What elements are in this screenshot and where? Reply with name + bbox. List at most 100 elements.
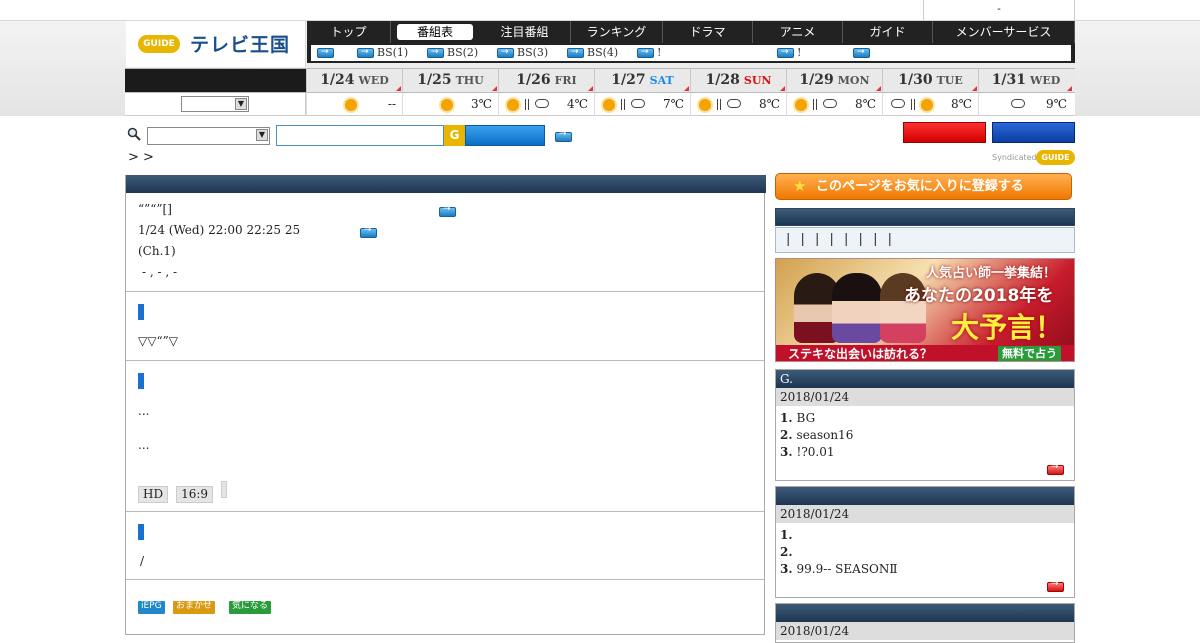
area-select[interactable]: ▼ [181,96,249,112]
ranking-item[interactable]: 2. [776,544,1074,561]
weather-cell-6[interactable]: 8℃ [882,93,978,116]
nav-item-3[interactable]: ランキング [571,21,663,43]
nav-item-1[interactable]: 番組表 [397,24,473,40]
program-datetime: 1/24 (Wed) 22:00 22:25 25 [138,223,301,237]
search-icon [127,127,141,141]
subnav-item-0[interactable] [317,45,337,60]
program-description-section: ... ... HD 16:9 [126,361,764,512]
program-summary-text: ▽▽“”▽ [138,334,178,348]
nav-item-2[interactable]: 注目番組 [479,21,571,43]
date-label: 1/29 [799,72,834,88]
date-tab-1[interactable]: 1/25 THU [402,69,498,92]
nav-item-4[interactable]: ドラマ [663,21,753,43]
day-of-week-label: FRI [554,74,577,87]
top-strip-box[interactable]: - [923,0,1075,21]
date-tab-7[interactable]: 1/31 WED [978,69,1073,92]
subnav-label: BS(2) [447,46,479,59]
program-detail: “”“”[] 1/24 (Wed) 22:00 22:25 25 (Ch.1) … [125,175,766,635]
sun-icon [921,99,933,111]
date-tab-2[interactable]: 1/26 FRI [498,69,594,92]
ad-cta-button[interactable]: 無料で占う [998,346,1061,361]
add-favorite-button[interactable]: ★ このページをお気に入りに登録する [775,173,1072,200]
weather-change-icon [813,99,817,110]
red-header-button[interactable] [903,122,986,143]
subnav-label: BS(4) [587,46,619,59]
subnav-item-2[interactable]: BS(2) [427,45,479,60]
subnav-label: BS(3) [517,46,549,59]
action-badge-0[interactable]: iEPG [138,601,165,614]
weather-cell-5[interactable]: 8℃ [786,93,882,116]
cloud-icon [535,99,549,108]
search-category-select[interactable]: ▼ [147,127,270,145]
program-extra-text: / [140,554,145,568]
ranking-item[interactable]: 1. BG [776,410,1074,427]
rank-number: 2. [780,545,793,559]
nav-item-5[interactable]: アニメ [753,21,843,43]
subnav-item-4[interactable]: BS(4) [567,45,619,60]
temperature: 3℃ [470,97,492,111]
program-title-arrow-icon[interactable] [439,204,456,217]
weather-change-icon [621,99,625,110]
fortune-ad-banner[interactable]: 人気占い師一挙集結！ あなたの2018年を 大予言！ ステキな出会いは訪れる？ … [775,258,1075,362]
weather-cell-3[interactable]: 7℃ [594,93,690,116]
site-logo[interactable]: GUIDE テレビ王国 [126,21,306,67]
nav-item-6[interactable]: ガイド [843,21,933,43]
date-tab-0[interactable]: 1/24 WED [306,69,402,92]
ranking-header [776,604,1074,622]
program-detail-header [126,175,766,193]
ranking-more-arrow-icon[interactable] [1047,462,1064,475]
ranking-item[interactable]: 3. 99.9-- SEASONⅡ [776,561,1074,578]
ranking-item[interactable]: 3. !?0.01 [776,444,1074,461]
rank-number: 1. [780,411,793,425]
weather-cell-4[interactable]: 8℃ [690,93,786,116]
ranking-more-arrow-icon[interactable] [1047,579,1064,592]
area-select-cell: ▼ [125,93,306,116]
search-go-arrow-icon[interactable] [555,129,572,142]
syndicated-label: Syndicated [992,153,1037,162]
program-channel: (Ch.1) [138,244,176,258]
date-tab-3[interactable]: 1/27 SAT [594,69,690,92]
section-marker [138,304,144,320]
program-extra-section: / [126,512,764,580]
search-input[interactable] [276,125,444,146]
ranking-item[interactable]: 2. season16 [776,427,1074,444]
subnav-label: BS(1) [377,46,409,59]
breadcrumb: > > [128,150,154,165]
program-actions-section: iEPG おまかせ 気になる [126,580,764,628]
date-tab-6[interactable]: 1/30 TUE [882,69,978,92]
date-row-spacer [125,69,306,92]
subnav-item-7[interactable] [853,45,873,60]
sidebar-links[interactable]: | | | | | | | | [775,227,1075,253]
program-tags: HD 16:9 [138,481,235,503]
nav-item-7[interactable]: メンバーサービス [933,21,1075,43]
subnav-item-6[interactable]: ! [777,45,801,60]
program-cast: - , - , - [142,265,178,279]
weather-cell-1[interactable]: 3℃ [402,93,498,116]
blue-header-button[interactable] [992,122,1075,143]
arrow-right-icon [497,45,514,59]
corner-marker [780,86,785,91]
datetime-arrow-icon[interactable] [359,225,377,238]
weather-cell-7[interactable]: 9℃ [978,93,1073,116]
nav-item-0[interactable]: トップ [307,21,391,43]
ranking-header [776,487,1074,505]
subnav-item-3[interactable]: BS(3) [497,45,549,60]
subnav-item-5[interactable]: ! [637,45,662,60]
subnav-label: ! [657,46,662,59]
weather-cell-0[interactable]: -- [306,93,402,116]
action-badge-1[interactable]: おまかせ [173,601,216,614]
date-label: 1/25 [417,72,452,88]
date-label: 1/26 [516,72,551,88]
subnav-item-1[interactable]: BS(1) [357,45,409,60]
date-tab-5[interactable]: 1/29 MON [786,69,882,92]
ranking-item[interactable]: 1. [776,527,1074,544]
program-title: “”“”[] [138,202,172,216]
date-tab-4[interactable]: 1/28 SUN [690,69,786,92]
weather-cell-2[interactable]: 4℃ [498,93,594,116]
search-button[interactable] [465,125,545,146]
section-marker [138,373,144,389]
action-badge-2[interactable]: 気になる [229,601,272,614]
program-summary-section: ▽▽“”▽ [126,292,764,361]
weather-change-icon [525,99,529,110]
corner-marker [492,86,497,91]
